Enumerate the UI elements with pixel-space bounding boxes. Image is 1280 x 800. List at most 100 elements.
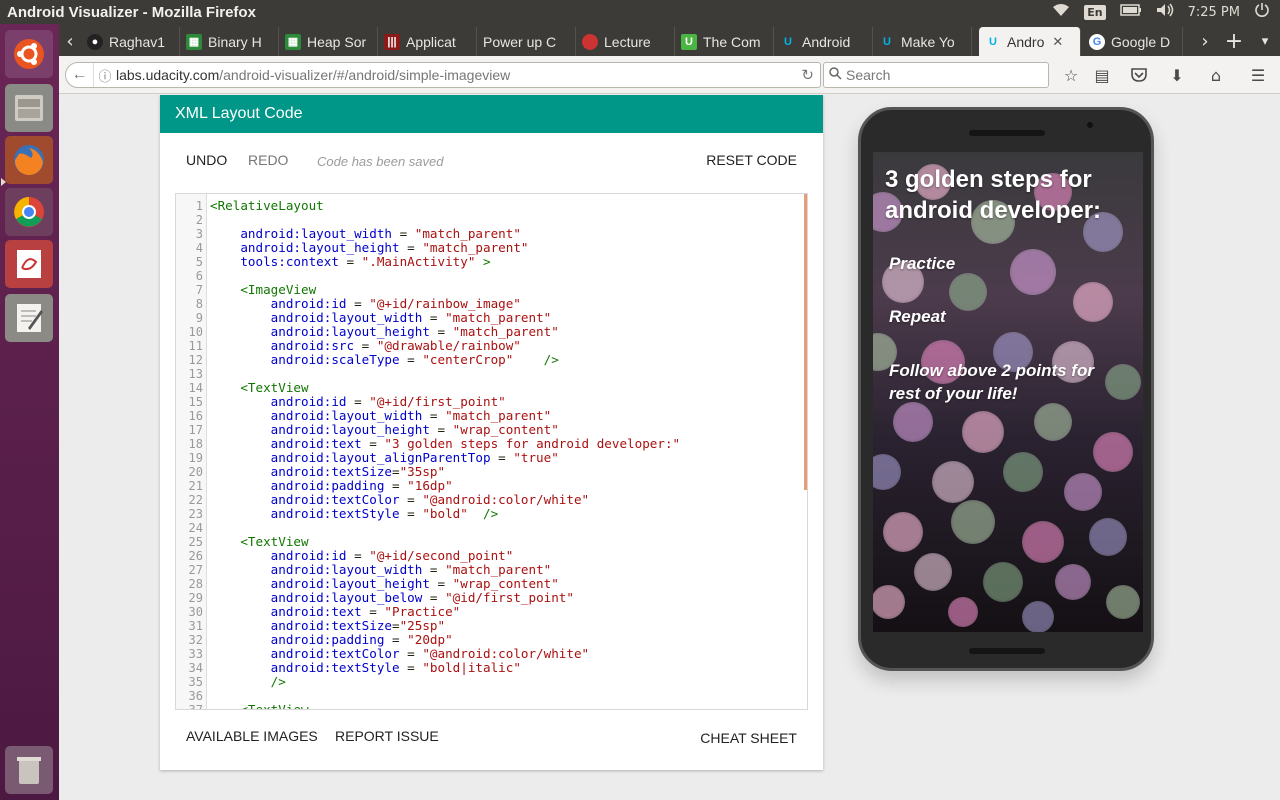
code-token: = bbox=[399, 492, 423, 507]
code-token: = bbox=[346, 394, 370, 409]
code-line[interactable]: android:layout_height = "match_parent" bbox=[210, 241, 528, 255]
tab-list-dropdown[interactable]: ▾ bbox=[1255, 27, 1275, 56]
code-line[interactable]: /> bbox=[210, 675, 286, 689]
editor-scrollbar[interactable] bbox=[804, 194, 807, 490]
code-line[interactable]: android:id = "@+id/first_point" bbox=[210, 395, 506, 409]
keyboard-layout-indicator[interactable]: En bbox=[1084, 4, 1106, 20]
line-number: 14 bbox=[188, 381, 203, 395]
tab-android[interactable]: U Android bbox=[774, 27, 873, 56]
report-issue-button[interactable]: REPORT ISSUE bbox=[335, 728, 439, 744]
code-line[interactable]: android:textSize="25sp" bbox=[210, 619, 445, 633]
code-line[interactable]: android:id = "@+id/second_point" bbox=[210, 548, 514, 563]
code-line[interactable]: android:layout_alignParentTop = "true" bbox=[210, 451, 559, 465]
code-token: "match_parent" bbox=[445, 310, 552, 325]
reset-code-button[interactable]: RESET CODE bbox=[706, 152, 797, 168]
code-line[interactable]: android:id = "@+id/rainbow_image" bbox=[210, 297, 521, 311]
code-line[interactable]: android:layout_height = "wrap_content" bbox=[210, 577, 559, 591]
clock[interactable]: 7:25 PM bbox=[1188, 5, 1240, 20]
code-line[interactable]: <ImageView bbox=[210, 283, 316, 297]
wifi-icon[interactable] bbox=[1052, 3, 1070, 21]
tab-power-up[interactable]: Power up C bbox=[477, 27, 576, 56]
tab-application[interactable]: ||| Applicat bbox=[378, 27, 477, 56]
code-line[interactable]: android:text = "3 golden steps for andro… bbox=[210, 437, 680, 451]
code-line[interactable]: android:textColor = "@android:color/whit… bbox=[210, 493, 589, 507]
code-line[interactable]: android:text = "Practice" bbox=[210, 605, 461, 619]
code-line[interactable]: android:layout_width = "match_parent" bbox=[210, 409, 552, 423]
tab-raghav[interactable]: ● Raghav1 bbox=[81, 27, 180, 56]
code-line[interactable]: <TextView bbox=[210, 534, 308, 549]
code-line[interactable]: <TextView bbox=[210, 381, 308, 395]
code-line[interactable]: android:layout_width = "match_parent" bbox=[210, 563, 552, 577]
code-line[interactable]: android:layout_width = "match_parent" bbox=[210, 227, 521, 241]
code-line[interactable]: android:layout_height = "wrap_content" bbox=[210, 423, 559, 437]
code-line[interactable]: android:layout_height = "match_parent" bbox=[210, 325, 559, 339]
code-line[interactable]: android:padding = "16dp" bbox=[210, 479, 453, 493]
undo-button[interactable]: UNDO bbox=[186, 152, 227, 168]
code-token: android:layout_height bbox=[240, 240, 400, 255]
search-field[interactable]: Search bbox=[823, 62, 1049, 88]
code-line[interactable]: android:padding = "20dp" bbox=[210, 633, 453, 647]
document-viewer-icon[interactable] bbox=[5, 240, 53, 288]
firefox-icon[interactable] bbox=[5, 136, 53, 184]
chrome-icon[interactable] bbox=[5, 188, 53, 236]
code-line[interactable]: tools:context = ".MainActivity" > bbox=[210, 255, 490, 269]
code-line[interactable]: android:scaleType = "centerCrop" /> bbox=[210, 353, 559, 367]
code-line[interactable]: android:textStyle = "bold" /> bbox=[210, 507, 499, 521]
power-icon[interactable] bbox=[1254, 2, 1270, 22]
text-editor-icon[interactable] bbox=[5, 294, 53, 342]
url-bar[interactable]: ← ⓘ labs.udacity.com/android-visualizer/… bbox=[65, 62, 821, 88]
bokeh-circle bbox=[983, 562, 1023, 602]
new-tab-button[interactable]: + bbox=[1221, 27, 1247, 56]
line-number: 13 bbox=[188, 367, 203, 381]
code-token: /> bbox=[513, 352, 559, 367]
files-icon[interactable] bbox=[5, 84, 53, 132]
menu-icon[interactable]: ☰ bbox=[1247, 64, 1269, 86]
code-line[interactable]: android:layout_width = "match_parent" bbox=[210, 310, 552, 325]
tab-scroll-right-button[interactable]: › bbox=[1195, 27, 1215, 56]
code-line[interactable]: android:textSize="35sp" bbox=[210, 465, 445, 479]
second-point-text: Practice bbox=[889, 254, 956, 273]
code-line[interactable]: android:textStyle = "bold|italic" bbox=[210, 661, 521, 675]
phone-preview: 3 golden steps for android developer: Pr… bbox=[858, 107, 1154, 671]
tab-the-com[interactable]: U The Com bbox=[675, 27, 774, 56]
close-tab-icon[interactable]: ✕ bbox=[1052, 34, 1063, 50]
code-line[interactable]: android:textColor = "@android:color/whit… bbox=[210, 647, 589, 661]
battery-icon[interactable] bbox=[1119, 4, 1142, 20]
redo-button[interactable]: REDO bbox=[248, 152, 288, 168]
downloads-icon[interactable]: ⬇ bbox=[1166, 64, 1188, 86]
code-line[interactable]: <TextView bbox=[210, 703, 308, 710]
code-line[interactable]: <RelativeLayout bbox=[210, 199, 324, 213]
tab-heap-sort[interactable]: ▦ Heap Sor bbox=[279, 27, 378, 56]
trash-icon[interactable] bbox=[5, 746, 53, 794]
bookmark-star-icon[interactable]: ☆ bbox=[1060, 64, 1082, 86]
line-number-gutter: 1 2 3 4 5 6 7 8 9 10 11 12 13 14 15 16 17 18 19 20 21 22 23 24 2… bbox=[176, 194, 207, 709]
reload-icon[interactable]: ↻ bbox=[801, 66, 814, 84]
tab-binary-heap[interactable]: ▦ Binary H bbox=[180, 27, 279, 56]
code-editor[interactable]: 1 2 3 4 5 6 7 8 9 10 11 12 13 14 15 16 17 18 19 20 21 22 23 24 2… bbox=[175, 193, 808, 710]
available-images-button[interactable]: AVAILABLE IMAGES bbox=[186, 728, 318, 744]
tab-scroll-left-button[interactable]: ‹ bbox=[61, 27, 79, 56]
code-token: "@+id/second_point" bbox=[369, 548, 514, 563]
home-icon[interactable]: ⌂ bbox=[1205, 64, 1227, 86]
pocket-icon[interactable] bbox=[1128, 64, 1150, 86]
back-icon[interactable]: ← bbox=[66, 63, 94, 87]
tab-android-visualizer[interactable]: U Andro ✕ bbox=[979, 27, 1081, 56]
tab-lecture[interactable]: Lecture bbox=[576, 27, 675, 56]
fourth-point-text: Follow above 2 points for rest of your l… bbox=[889, 361, 1094, 403]
reading-list-icon[interactable]: ▤ bbox=[1091, 64, 1113, 86]
tab-make-your[interactable]: U Make Yo bbox=[873, 27, 972, 56]
url-host: labs.udacity.com bbox=[116, 67, 220, 83]
volume-icon[interactable] bbox=[1156, 3, 1174, 21]
code-line[interactable]: android:src = "@drawable/rainbow" bbox=[210, 339, 521, 353]
tab-google-drive[interactable]: G Google D bbox=[1083, 27, 1183, 56]
cheat-sheet-button[interactable]: CHEAT SHEET bbox=[700, 730, 797, 746]
bokeh-circle bbox=[1106, 585, 1140, 619]
site-info-icon[interactable]: ⓘ bbox=[94, 66, 116, 85]
udacity-icon: U bbox=[784, 35, 792, 48]
ubuntu-dash-icon[interactable] bbox=[5, 30, 53, 78]
code-line[interactable]: android:layout_below = "@id/first_point" bbox=[210, 591, 574, 605]
